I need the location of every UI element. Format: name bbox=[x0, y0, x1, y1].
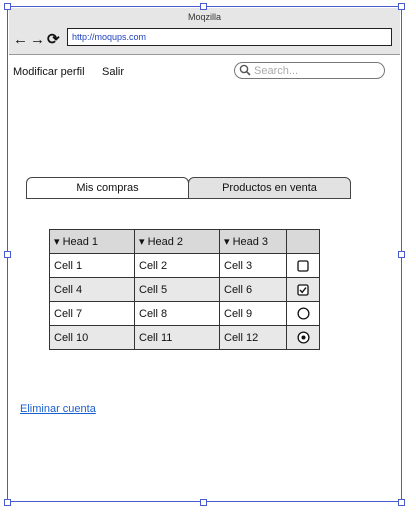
table-row: Cell 4 Cell 5 Cell 6 bbox=[49, 277, 320, 302]
table-cell: Cell 9 bbox=[219, 301, 287, 326]
column-header[interactable]: ▾ Head 3 bbox=[219, 229, 287, 254]
delete-account-link[interactable]: Eliminar cuenta bbox=[20, 403, 96, 415]
checkbox-unchecked-icon[interactable] bbox=[297, 259, 309, 272]
table-row: Cell 1 Cell 2 Cell 3 bbox=[49, 253, 320, 278]
table-cell: Cell 1 bbox=[49, 253, 135, 278]
selection-handle[interactable] bbox=[200, 3, 207, 10]
row-checkbox[interactable] bbox=[286, 277, 320, 302]
arrow-right-icon[interactable]: → bbox=[30, 31, 46, 48]
search-placeholder: Search... bbox=[254, 65, 299, 77]
table-header-row: ▾ Head 1 ▾ Head 2 ▾ Head 3 bbox=[49, 229, 320, 254]
table-cell: Cell 10 bbox=[49, 325, 135, 350]
checkbox-checked-icon[interactable] bbox=[297, 283, 309, 296]
table-cell: Cell 3 bbox=[219, 253, 287, 278]
table-cell: Cell 8 bbox=[134, 301, 220, 326]
radio-unchecked-icon[interactable] bbox=[296, 307, 310, 320]
table-row: Cell 7 Cell 8 Cell 9 bbox=[49, 301, 320, 326]
radio-checked-icon[interactable] bbox=[296, 331, 310, 344]
table-cell: Cell 6 bbox=[219, 277, 287, 302]
table-row: Cell 10 Cell 11 Cell 12 bbox=[49, 325, 320, 350]
data-table: ▾ Head 1 ▾ Head 2 ▾ Head 3 Cell 1 Cell 2… bbox=[49, 229, 320, 350]
search-icon bbox=[239, 64, 251, 76]
row-radio[interactable] bbox=[286, 325, 320, 350]
search-input[interactable]: Search... bbox=[234, 62, 385, 79]
table-cell: Cell 5 bbox=[134, 277, 220, 302]
tab-divider bbox=[26, 198, 351, 199]
reload-icon[interactable]: ⟳ bbox=[47, 30, 61, 48]
column-header bbox=[286, 229, 320, 254]
browser-titlebar: Moqzilla ←→⟳ http://moqups.com bbox=[9, 8, 400, 55]
browser-window: Moqzilla ←→⟳ http://moqups.com Modificar… bbox=[7, 6, 402, 502]
tab-productos-en-venta[interactable]: Productos en venta bbox=[188, 177, 351, 199]
row-radio[interactable] bbox=[286, 301, 320, 326]
table-cell: Cell 12 bbox=[219, 325, 287, 350]
selection-handle[interactable] bbox=[4, 3, 11, 10]
url-bar[interactable]: http://moqups.com bbox=[67, 28, 392, 46]
table-cell: Cell 2 bbox=[134, 253, 220, 278]
selection-handle[interactable] bbox=[4, 251, 11, 258]
selection-handle[interactable] bbox=[398, 499, 405, 506]
selection-handle[interactable] bbox=[398, 251, 405, 258]
column-header[interactable]: ▾ Head 1 bbox=[49, 229, 135, 254]
selection-handle[interactable] bbox=[398, 3, 405, 10]
table-cell: Cell 11 bbox=[134, 325, 220, 350]
selection-handle[interactable] bbox=[200, 499, 207, 506]
nav-buttons: ←→⟳ bbox=[13, 30, 62, 48]
modify-profile-link[interactable]: Modificar perfil bbox=[13, 66, 85, 78]
arrow-left-icon[interactable]: ← bbox=[13, 31, 29, 48]
tab-mis-compras[interactable]: Mis compras bbox=[26, 177, 189, 199]
selection-handle[interactable] bbox=[4, 499, 11, 506]
table-cell: Cell 7 bbox=[49, 301, 135, 326]
logout-link[interactable]: Salir bbox=[102, 66, 124, 78]
row-checkbox[interactable] bbox=[286, 253, 320, 278]
window-title: Moqzilla bbox=[187, 12, 221, 22]
table-cell: Cell 4 bbox=[49, 277, 135, 302]
column-header[interactable]: ▾ Head 2 bbox=[134, 229, 220, 254]
url-text: http://moqups.com bbox=[72, 32, 147, 42]
